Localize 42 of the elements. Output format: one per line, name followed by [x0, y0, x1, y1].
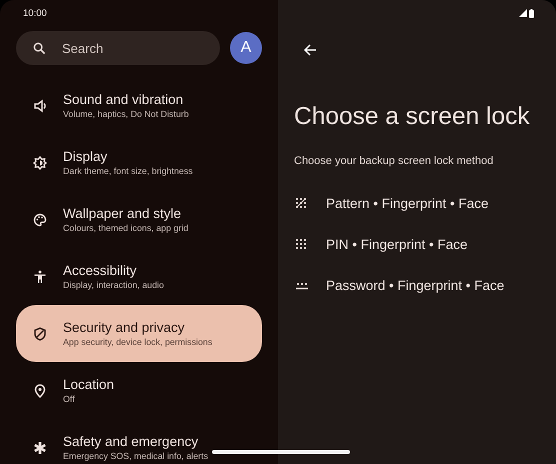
- search-field[interactable]: Search: [16, 31, 220, 65]
- item-title: Location: [63, 377, 114, 392]
- shield-icon: [33, 326, 47, 340]
- item-title: Wallpaper and style: [63, 206, 182, 221]
- account-avatar[interactable]: A: [230, 32, 262, 64]
- settings-item[interactable]: Sound and vibration Volume, haptics, Do Not Disturb: [16, 77, 262, 134]
- signal-icon: [519, 9, 527, 17]
- palette-icon: [33, 212, 47, 226]
- keypad-icon: [295, 238, 309, 252]
- battery-icon: [529, 9, 534, 18]
- item-title: Sound and vibration: [63, 92, 184, 107]
- gesture-handle[interactable]: [212, 450, 350, 454]
- page-title: Choose a screen lock: [294, 103, 531, 131]
- pattern-grid-icon: [295, 196, 309, 210]
- item-subtitle: Display, interaction, audio: [63, 280, 164, 290]
- settings-item[interactable]: Display Dark theme, font size, brightness: [16, 134, 262, 191]
- location-pin-icon: [33, 384, 47, 398]
- lock-option[interactable]: Pattern • Fingerprint • Face: [326, 196, 489, 211]
- item-subtitle: Colours, themed icons, app grid: [63, 223, 188, 233]
- item-title: Display: [63, 149, 108, 164]
- back-arrow-icon[interactable]: [303, 43, 317, 57]
- person-icon: [33, 270, 47, 284]
- item-title: Accessibility: [63, 263, 138, 278]
- settings-item[interactable]: Security and privacy App security, device lock, permissions: [16, 305, 262, 362]
- item-title: Security and privacy: [63, 320, 186, 335]
- speaker-icon: [33, 98, 47, 112]
- brightness-icon: [33, 156, 47, 170]
- settings-item[interactable]: Location Off: [16, 362, 262, 419]
- asterisk-icon: [33, 440, 47, 454]
- settings-item[interactable]: Accessibility Display, interaction, audio: [16, 248, 262, 305]
- item-title: Safety and emergency: [63, 434, 200, 449]
- settings-item[interactable]: Safety and emergency Emergency SOS, medical info, alerts: [16, 419, 262, 464]
- item-subtitle: Volume, haptics, Do Not Disturb: [63, 109, 189, 119]
- status-time: 10:00: [23, 8, 47, 19]
- item-subtitle: App security, device lock, permissions: [63, 337, 212, 347]
- item-subtitle: Emergency SOS, medical info, alerts: [63, 451, 208, 461]
- settings-item[interactable]: Wallpaper and style Colours, themed icons, app grid: [16, 191, 262, 248]
- lock-option[interactable]: Password • Fingerprint • Face: [326, 278, 504, 293]
- item-subtitle: Off: [63, 394, 76, 404]
- page-subtitle: Choose your backup screen lock method: [294, 155, 494, 167]
- lock-option[interactable]: PIN • Fingerprint • Face: [326, 237, 468, 252]
- item-subtitle: Dark theme, font size, brightness: [63, 166, 193, 176]
